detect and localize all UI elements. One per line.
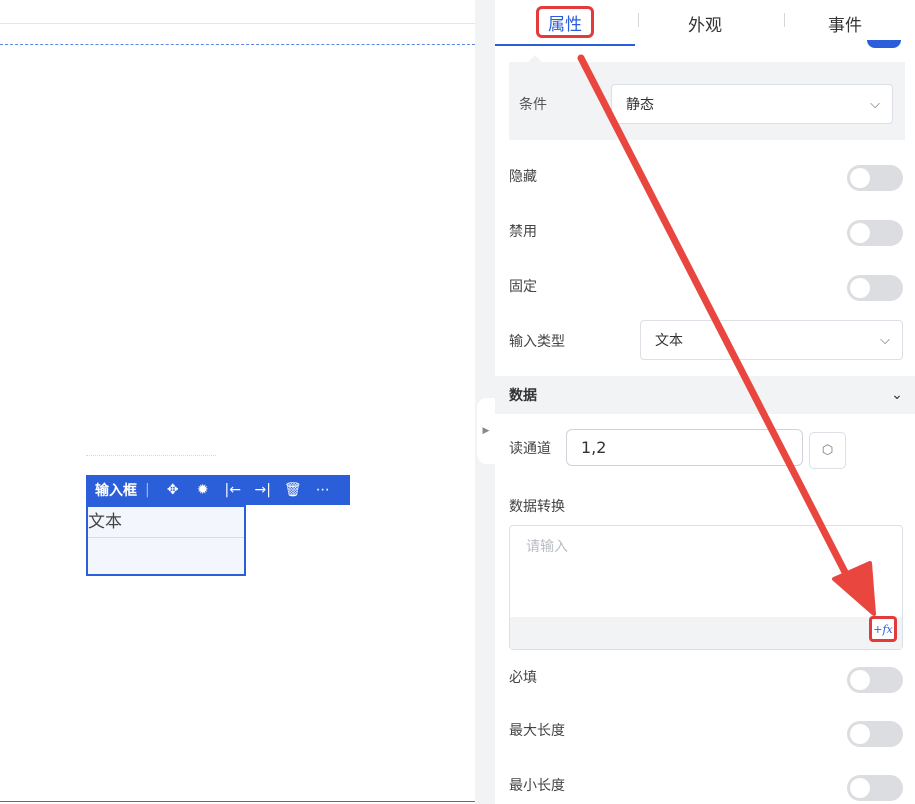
read-channel-input[interactable]: 1,2: [566, 429, 803, 466]
chevron-down-icon: ⌄: [891, 387, 903, 403]
caret-right-icon: ▶: [482, 426, 490, 436]
canvas-faint-guide: [86, 455, 216, 456]
read-channel-value: 1,2: [581, 438, 607, 457]
chevron-down-icon: ⌵: [870, 96, 880, 112]
hidden-label: 隐藏: [509, 169, 537, 185]
chevron-down-icon: ⌵: [880, 332, 890, 348]
condition-label: 条件: [519, 97, 547, 113]
move-left-icon[interactable]: |←: [218, 482, 248, 498]
input-type-select[interactable]: 文本 ⌵: [640, 320, 903, 360]
toggle-knob: [850, 670, 870, 690]
component-underline: [88, 537, 244, 538]
data-section-title: 数据: [509, 388, 537, 404]
condition-select[interactable]: 静态 ⌵: [611, 84, 893, 124]
annotation-highlight-tab: [536, 6, 594, 38]
delete-icon[interactable]: 🗑: [278, 482, 308, 498]
read-channel-label: 读通道: [509, 441, 551, 457]
condition-select-value: 静态: [626, 97, 654, 113]
function-fx-button[interactable]: +fx: [869, 616, 897, 642]
move-right-icon[interactable]: →|: [248, 482, 278, 498]
required-label: 必填: [509, 670, 537, 686]
settings-icon[interactable]: ⬡: [809, 432, 846, 469]
tab-divider: [784, 13, 785, 27]
toggle-knob: [850, 278, 870, 298]
toolbar-separator: |: [145, 482, 150, 498]
toggle-knob: [850, 724, 870, 744]
collapse-panel-button[interactable]: ▶: [477, 398, 495, 464]
toggle-on-edge[interactable]: [867, 40, 901, 48]
textarea-footer: [510, 617, 902, 649]
tab-divider: [638, 13, 639, 27]
toggle-knob: [850, 778, 870, 798]
tab-appearance[interactable]: 外观: [635, 0, 775, 46]
fixed-toggle[interactable]: [847, 275, 903, 301]
max-length-toggle[interactable]: [847, 721, 903, 747]
app-root: 输入框 | ✥ ✹ |← →| 🗑 ⋯ 文本 ▶ 属性 外观 事件 条件 静态 …: [0, 0, 915, 804]
max-length-label: 最大长度: [509, 723, 565, 739]
required-toggle[interactable]: [847, 667, 903, 693]
toggle-knob: [850, 168, 870, 188]
data-section-header[interactable]: 数据 ⌄: [495, 376, 915, 414]
min-length-label: 最小长度: [509, 778, 565, 794]
debug-icon[interactable]: ✹: [188, 482, 218, 498]
input-type-value: 文本: [655, 333, 683, 349]
min-length-toggle[interactable]: [847, 775, 903, 801]
design-canvas[interactable]: 输入框 | ✥ ✹ |← →| 🗑 ⋯ 文本: [0, 0, 475, 804]
hidden-toggle[interactable]: [847, 165, 903, 191]
data-transform-label: 数据转换: [509, 499, 565, 515]
disabled-toggle[interactable]: [847, 220, 903, 246]
input-component[interactable]: 文本: [86, 505, 246, 576]
component-name-label: 输入框: [95, 483, 137, 499]
fixed-label: 固定: [509, 279, 537, 295]
condition-section: 条件 静态 ⌵: [509, 62, 905, 140]
more-icon[interactable]: ⋯: [308, 482, 338, 498]
canvas-guide-line: [0, 44, 475, 45]
property-panel: 属性 外观 事件 条件 静态 ⌵ 隐藏 禁用 固定 输入类型 文本 ⌵ 数据 ⌄…: [495, 0, 915, 804]
disabled-label: 禁用: [509, 224, 537, 240]
canvas-top-bar: [0, 0, 475, 24]
component-text: 文本: [88, 512, 122, 532]
input-type-label: 输入类型: [509, 334, 565, 350]
component-toolbar: 输入框 | ✥ ✹ |← →| 🗑 ⋯: [86, 475, 350, 505]
move-icon[interactable]: ✥: [158, 482, 188, 498]
toggle-knob: [850, 223, 870, 243]
canvas-bottom-border: [0, 801, 475, 802]
data-transform-textarea[interactable]: 请输入: [509, 525, 903, 650]
data-transform-placeholder: 请输入: [526, 539, 568, 555]
